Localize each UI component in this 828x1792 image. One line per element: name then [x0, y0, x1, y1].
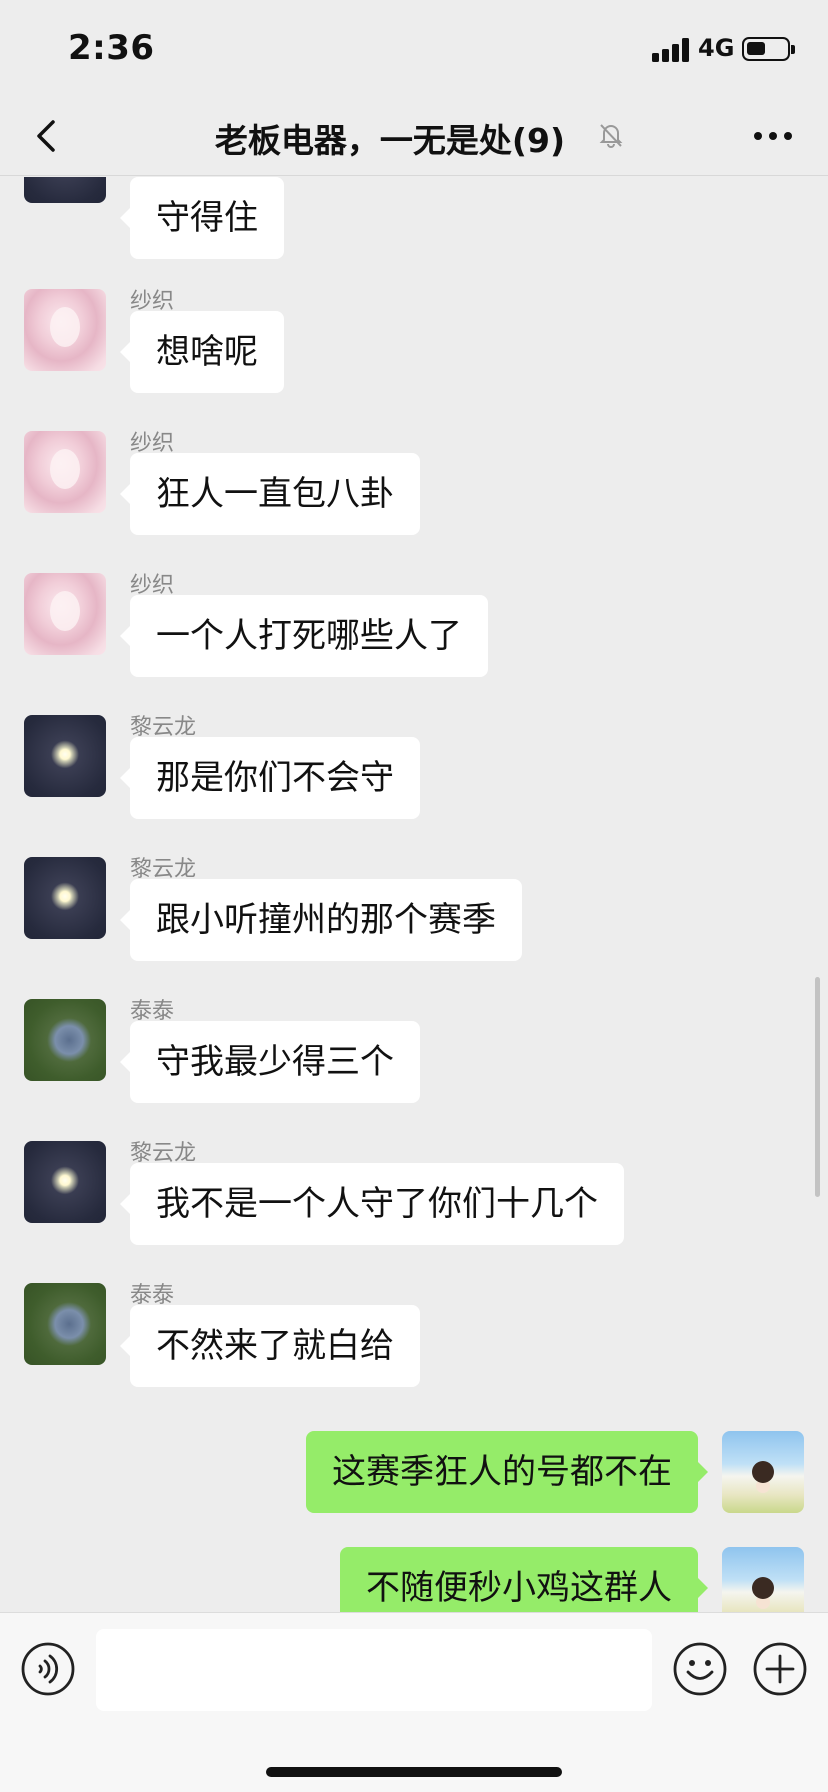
- message-row: 泰泰 不然来了就白给: [0, 1277, 828, 1419]
- message-list[interactable]: 守得住 纱织 想啥呢 纱织 狂人一直包八卦 纱织 一个人打死哪些人了 黎云龙 那…: [0, 177, 828, 1612]
- mute-bell-icon: [599, 124, 623, 148]
- avatar[interactable]: [24, 1141, 106, 1223]
- avatar[interactable]: [24, 999, 106, 1081]
- message-bubble[interactable]: 守得住: [120, 177, 284, 259]
- message-row: 纱织 狂人一直包八卦: [0, 425, 828, 567]
- message-bubble-outgoing[interactable]: 不随便秒小鸡这群人: [340, 1547, 708, 1612]
- cellular-signal-icon: [652, 38, 692, 62]
- avatar[interactable]: [24, 715, 106, 797]
- avatar[interactable]: [24, 177, 106, 203]
- message-bubble[interactable]: 狂人一直包八卦: [120, 453, 420, 535]
- message-bubble[interactable]: 守我最少得三个: [120, 1021, 420, 1103]
- message-row: 黎云龙 那是你们不会守: [0, 709, 828, 851]
- my-avatar[interactable]: [722, 1547, 804, 1612]
- network-type: 4G: [698, 34, 735, 62]
- message-row: 黎云龙 我不是一个人守了你们十几个: [0, 1135, 828, 1277]
- my-avatar[interactable]: [722, 1431, 804, 1513]
- status-time: 2:36: [68, 28, 155, 68]
- message-row: 黎云龙 跟小听撞州的那个赛季: [0, 851, 828, 993]
- battery-fill: [747, 42, 765, 55]
- input-bar: [0, 1612, 828, 1792]
- battery-icon: [742, 37, 795, 61]
- message-bubble[interactable]: 想啥呢: [120, 311, 284, 393]
- emoji-icon[interactable]: [672, 1641, 728, 1697]
- message-row: 守得住: [0, 177, 828, 291]
- message-bubble[interactable]: 不然来了就白给: [120, 1305, 420, 1387]
- message-bubble[interactable]: 跟小听撞州的那个赛季: [120, 879, 522, 961]
- chat-screen: 2:36 4G 老板电器，一无是处(9) 守得住 纱织 想啥呢 纱织 狂人一直包…: [0, 0, 828, 1792]
- avatar[interactable]: [24, 1283, 106, 1365]
- message-row: 泰泰 守我最少得三个: [0, 993, 828, 1135]
- message-row-outgoing: 不随便秒小鸡这群人: [0, 1547, 828, 1612]
- status-bar: 2:36 4G: [0, 0, 828, 96]
- message-row: 纱织 一个人打死哪些人了: [0, 567, 828, 709]
- scrollbar[interactable]: [815, 977, 820, 1197]
- message-bubble[interactable]: 我不是一个人守了你们十几个: [120, 1163, 624, 1245]
- message-row: 纱织 想啥呢: [0, 283, 828, 425]
- message-bubble-outgoing[interactable]: 这赛季狂人的号都不在: [306, 1431, 708, 1513]
- message-bubble[interactable]: 一个人打死哪些人了: [120, 595, 488, 677]
- plus-icon[interactable]: [752, 1641, 808, 1697]
- nav-bar: 老板电器，一无是处(9): [0, 96, 828, 176]
- home-indicator[interactable]: [266, 1767, 562, 1777]
- avatar[interactable]: [24, 431, 106, 513]
- avatar[interactable]: [24, 289, 106, 371]
- avatar[interactable]: [24, 573, 106, 655]
- voice-input-icon[interactable]: [20, 1641, 76, 1697]
- message-input[interactable]: [96, 1629, 652, 1711]
- avatar[interactable]: [24, 857, 106, 939]
- more-options-button[interactable]: [748, 116, 798, 156]
- back-arrow-icon[interactable]: [24, 110, 76, 162]
- chat-title: 老板电器，一无是处(9): [214, 121, 566, 160]
- message-bubble[interactable]: 那是你们不会守: [120, 737, 420, 819]
